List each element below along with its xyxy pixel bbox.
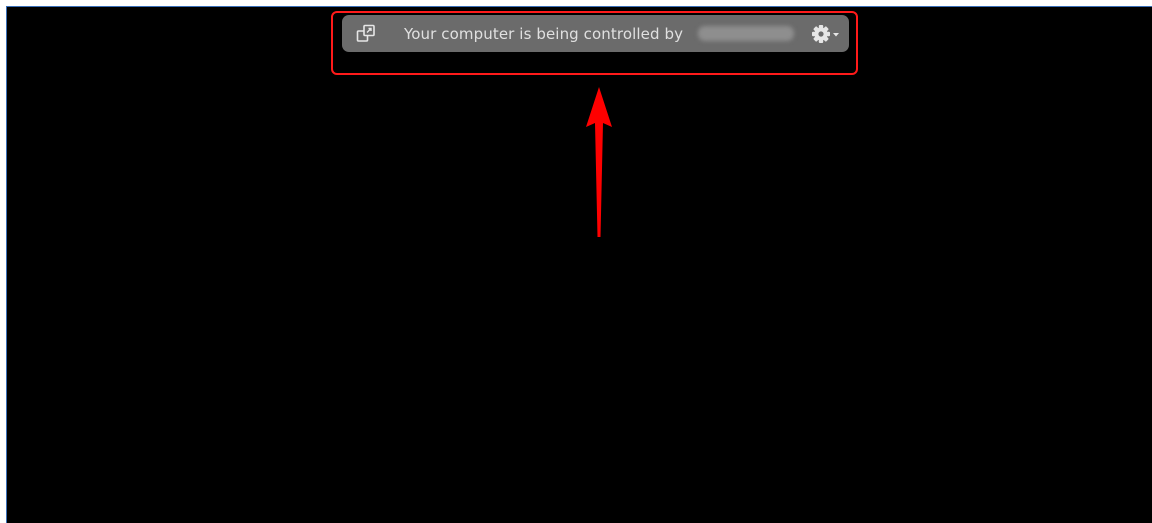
remote-screen: Your computer is being controlled by	[6, 6, 1152, 523]
arrow-up-annotation	[586, 87, 612, 237]
highlight-annotation-box	[331, 11, 858, 75]
